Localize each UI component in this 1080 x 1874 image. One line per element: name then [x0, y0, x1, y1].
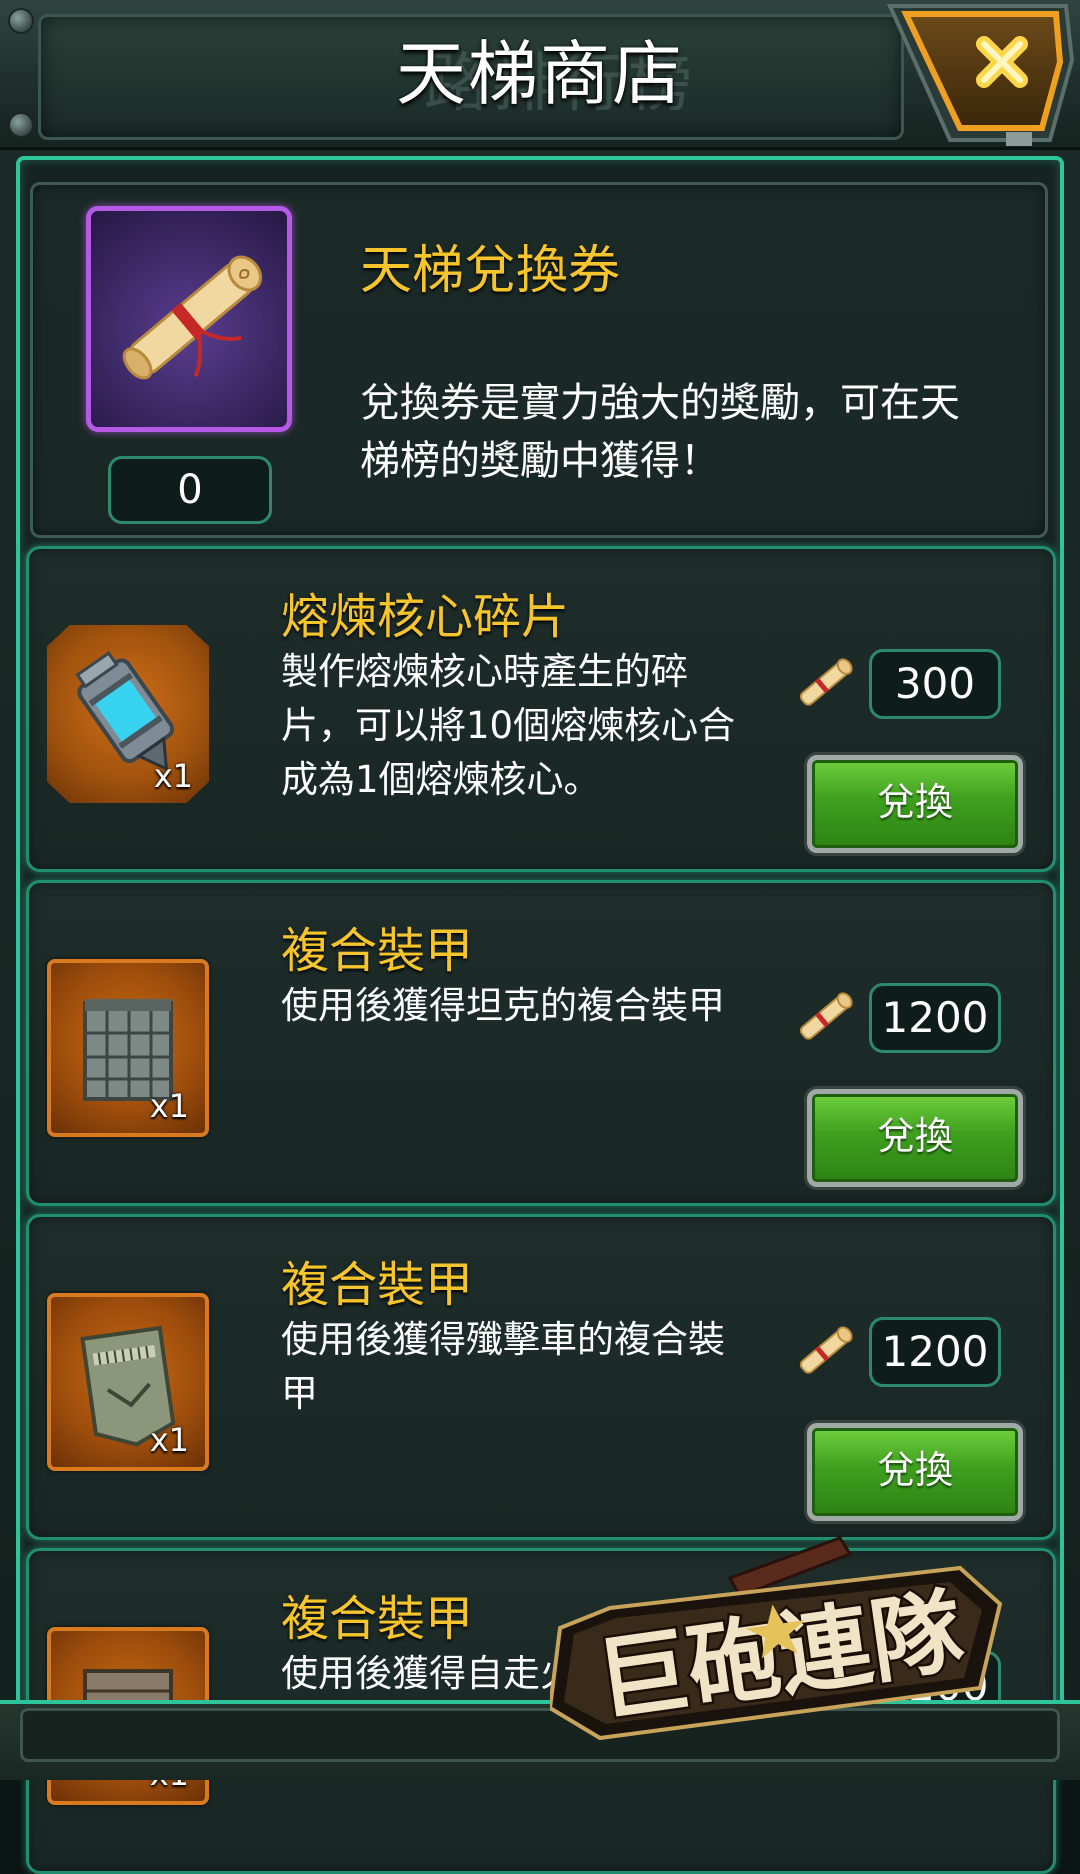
exchange-button[interactable]: 兌換: [807, 755, 1023, 853]
bolt-icon: [8, 8, 34, 34]
item-name: 熔煉核心碎片: [281, 589, 570, 645]
item-description: 使用後獲得殲擊車的複合裝甲: [281, 1318, 725, 1415]
core-fragment-icon: x1: [47, 625, 209, 803]
item-description: 使用後獲得坦克的複合裝甲: [281, 984, 725, 1027]
ticket-description: 兌換券是實力強大的獎勵，可在天梯榜的獎勵中獲得！: [360, 380, 960, 484]
item-quantity: x1: [149, 1087, 189, 1125]
item-quantity: x1: [149, 1421, 189, 1459]
page-title: 天梯商店: [396, 33, 684, 115]
exchange-button[interactable]: 兌換: [807, 1423, 1023, 1521]
item-name: 複合裝甲: [281, 923, 474, 979]
item-quantity: x1: [153, 757, 193, 795]
ticket-name: 天梯兌換券: [360, 241, 621, 301]
armor-plate-icon: x1: [47, 959, 209, 1137]
close-icon: [886, 4, 1075, 146]
item-cost: 1200: [869, 983, 1001, 1053]
exchange-button[interactable]: 兌換: [807, 1089, 1023, 1187]
scroll-currency-icon: [799, 1326, 853, 1374]
scroll-ticket-icon: [86, 206, 292, 432]
shop-item-row: x1 複合裝甲 使用後獲得坦克的複合裝甲 1200 兌換: [26, 880, 1056, 1206]
armor-plate-icon: x1: [47, 1293, 209, 1471]
shop-item-row: x1 熔煉核心碎片 製作熔煉核心時產生的碎片，可以將10個熔煉核心合成為1個熔煉…: [26, 546, 1056, 872]
shop-item-row: x1 複合裝甲 使用後獲得殲擊車的複合裝甲 1200 兌換: [26, 1214, 1056, 1540]
item-cost: 1200: [869, 1317, 1001, 1387]
ticket-count: 0: [108, 456, 272, 524]
scroll-currency-icon: [799, 992, 853, 1040]
close-button[interactable]: [880, 0, 1080, 150]
item-description: 製作熔煉核心時產生的碎片，可以將10個熔煉核心合成為1個熔煉核心。: [281, 650, 736, 801]
item-name: 複合裝甲: [281, 1257, 474, 1313]
bolt-icon: [8, 112, 34, 138]
scroll-currency-icon: [799, 658, 853, 706]
item-cost: 300: [869, 649, 1001, 719]
game-logo-watermark: 巨砲連隊: [547, 1508, 1010, 1748]
